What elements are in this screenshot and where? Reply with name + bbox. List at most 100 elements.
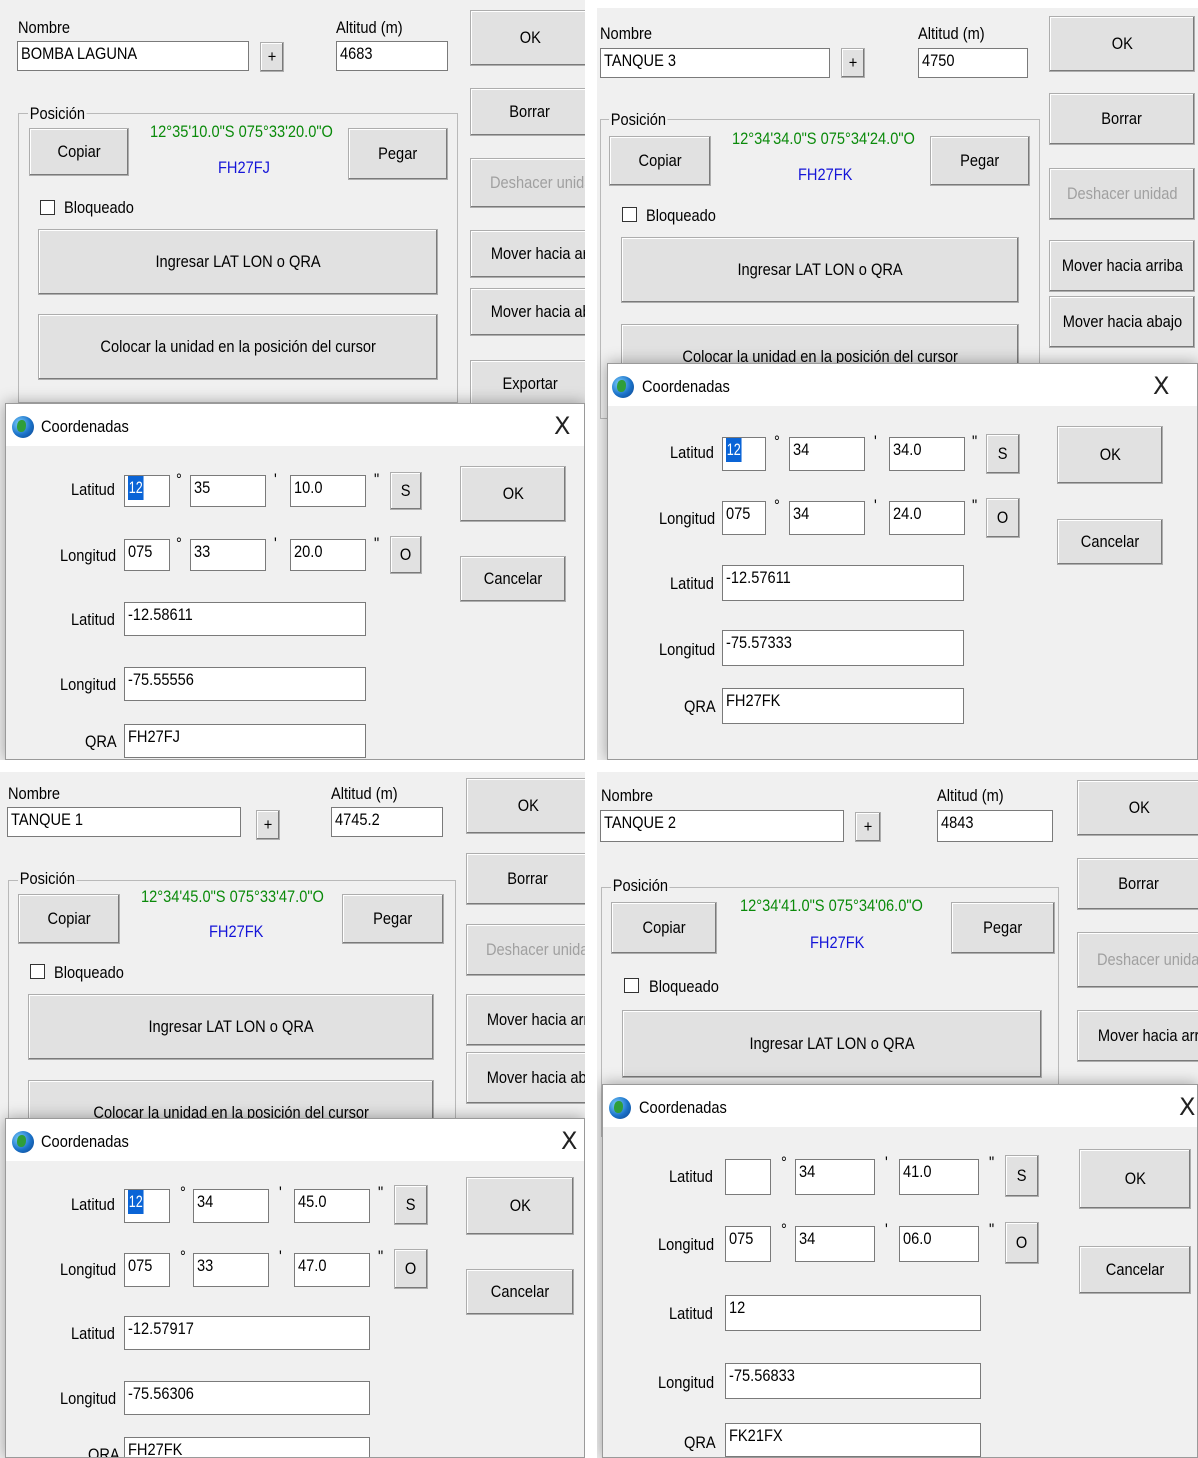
dialog-ok-button[interactable]: OK xyxy=(1057,426,1163,484)
paste-button[interactable]: Pegar xyxy=(342,894,444,944)
qra-field[interactable]: FH27FK xyxy=(722,688,964,724)
lon-minutes-field[interactable]: 33 xyxy=(193,1253,269,1287)
delete-button[interactable]: Borrar xyxy=(1049,93,1195,145)
move-up-button[interactable]: Mover hacia arriba xyxy=(1077,1010,1198,1062)
locked-checkbox[interactable] xyxy=(30,964,45,979)
lat-decimal-field[interactable]: -12.58611 xyxy=(124,602,366,636)
lat-degrees-field[interactable]: 12 xyxy=(124,475,170,507)
enter-lat-lon-qra-button[interactable]: Ingresar LAT LON o QRA xyxy=(622,1010,1042,1078)
locked-checkbox[interactable] xyxy=(40,200,55,215)
lon-seconds-field[interactable]: 24.0 xyxy=(889,501,965,535)
place-at-cursor-button[interactable]: Colocar la unidad en la posición del cur… xyxy=(38,314,438,380)
ok-button[interactable]: OK xyxy=(466,778,585,834)
lon-minutes-field[interactable]: 33 xyxy=(190,539,266,571)
lat-degrees-field[interactable]: 12 xyxy=(124,1189,170,1223)
lat-hemisphere-button[interactable]: S xyxy=(394,1185,428,1225)
ok-button[interactable]: OK xyxy=(1049,16,1195,72)
lat-seconds-field[interactable]: 34.0 xyxy=(889,437,965,471)
lon-seconds-field[interactable]: 20.0 xyxy=(290,539,366,571)
lat-decimal-field[interactable]: -12.57611 xyxy=(722,565,964,601)
lat-seconds-field[interactable]: 45.0 xyxy=(294,1189,370,1223)
lat-hemisphere-button[interactable]: S xyxy=(390,472,422,510)
dialog-ok-button[interactable]: OK xyxy=(460,466,566,522)
copy-button[interactable]: Copiar xyxy=(18,894,120,944)
ok-button[interactable]: OK xyxy=(1077,780,1198,836)
lon-decimal-field[interactable]: -75.56833 xyxy=(725,1363,981,1399)
paste-button[interactable]: Pegar xyxy=(348,128,448,180)
lon-hemisphere-button[interactable]: O xyxy=(986,498,1020,538)
plus-button[interactable]: + xyxy=(260,42,284,72)
move-up-button[interactable]: Mover hacia arriba xyxy=(470,230,585,278)
name-field[interactable]: BOMBA LAGUNA xyxy=(17,41,249,71)
lon-degrees-field[interactable]: 075 xyxy=(124,539,170,571)
enter-lat-lon-qra-button[interactable]: Ingresar LAT LON o QRA xyxy=(28,994,434,1060)
lon-degrees-field[interactable]: 075 xyxy=(722,501,766,535)
dialog-ok-button[interactable]: OK xyxy=(1079,1149,1191,1209)
plus-button[interactable]: + xyxy=(855,812,881,842)
dialog-cancel-button[interactable]: Cancelar xyxy=(466,1269,574,1315)
lat-degrees-field[interactable]: 12 xyxy=(722,437,766,471)
enter-lat-lon-qra-button[interactable]: Ingresar LAT LON o QRA xyxy=(621,237,1019,303)
lat-hemisphere-button[interactable]: S xyxy=(1005,1155,1039,1197)
copy-button[interactable]: Copiar xyxy=(611,902,717,954)
lat-minutes-field[interactable]: 34 xyxy=(193,1189,269,1223)
lat-seconds-field[interactable]: 41.0 xyxy=(899,1159,979,1195)
delete-button[interactable]: Borrar xyxy=(1077,858,1198,910)
altitude-field[interactable]: 4843 xyxy=(937,810,1053,842)
move-up-button[interactable]: Mover hacia arriba xyxy=(1049,240,1195,292)
name-field[interactable]: TANQUE 3 xyxy=(600,48,830,78)
locked-checkbox[interactable] xyxy=(624,978,639,993)
lon-seconds-field[interactable]: 47.0 xyxy=(294,1253,370,1287)
lat-minutes-field[interactable]: 34 xyxy=(795,1159,875,1195)
delete-button[interactable]: Borrar xyxy=(466,853,585,905)
lon-decimal-field[interactable]: -75.55556 xyxy=(124,667,366,701)
lon-hemisphere-button[interactable]: O xyxy=(1005,1222,1039,1264)
delete-button[interactable]: Borrar xyxy=(470,88,585,136)
close-icon[interactable]: X xyxy=(561,1127,577,1155)
move-down-button[interactable]: Mover hacia abajo xyxy=(1049,296,1195,348)
lon-seconds-field[interactable]: 06.0 xyxy=(899,1226,979,1262)
lon-hemisphere-button[interactable]: O xyxy=(390,536,422,574)
lat-decimal-field[interactable]: -12.57917 xyxy=(124,1316,370,1350)
altitude-field[interactable]: 4750 xyxy=(918,48,1028,78)
name-field[interactable]: TANQUE 1 xyxy=(7,807,241,837)
lon-hemisphere-button[interactable]: O xyxy=(394,1249,428,1289)
lat-hemisphere-button[interactable]: S xyxy=(986,434,1020,474)
dialog-cancel-button[interactable]: Cancelar xyxy=(460,556,566,602)
locked-checkbox[interactable] xyxy=(622,207,637,222)
paste-button[interactable]: Pegar xyxy=(930,136,1030,186)
enter-lat-lon-qra-button[interactable]: Ingresar LAT LON o QRA xyxy=(38,229,438,295)
qra-field[interactable]: FH27FJ xyxy=(124,724,366,758)
move-up-button[interactable]: Mover hacia arriba xyxy=(466,994,585,1046)
close-icon[interactable]: X xyxy=(554,412,570,440)
move-down-button[interactable]: Mover hacia abajo xyxy=(470,288,585,336)
lat-minutes-field[interactable]: 34 xyxy=(789,437,865,471)
plus-button[interactable]: + xyxy=(256,810,280,840)
name-field[interactable]: TANQUE 2 xyxy=(600,810,844,842)
move-down-button[interactable]: Mover hacia abajo xyxy=(466,1052,585,1104)
plus-button[interactable]: + xyxy=(841,48,865,78)
copy-button[interactable]: Copiar xyxy=(609,136,711,186)
dialog-cancel-button[interactable]: Cancelar xyxy=(1079,1246,1191,1294)
lat-degrees-field[interactable] xyxy=(725,1159,771,1195)
qra-field[interactable]: FH27FK xyxy=(124,1437,370,1457)
lon-minutes-field[interactable]: 34 xyxy=(795,1226,875,1262)
paste-button[interactable]: Pegar xyxy=(951,902,1055,954)
close-icon[interactable]: X xyxy=(1179,1093,1195,1121)
dialog-cancel-button[interactable]: Cancelar xyxy=(1057,519,1163,565)
lat-decimal-field[interactable]: 12 xyxy=(725,1295,981,1331)
lon-decimal-field[interactable]: -75.56306 xyxy=(124,1381,370,1415)
lon-decimal-field[interactable]: -75.57333 xyxy=(722,630,964,666)
lon-degrees-field[interactable]: 075 xyxy=(124,1253,170,1287)
dialog-ok-button[interactable]: OK xyxy=(466,1177,574,1235)
export-button[interactable]: Exportar xyxy=(470,360,585,408)
copy-button[interactable]: Copiar xyxy=(29,128,129,176)
altitude-field[interactable]: 4683 xyxy=(336,41,448,71)
lon-degrees-field[interactable]: 075 xyxy=(725,1226,771,1262)
qra-field[interactable]: FK21FX xyxy=(725,1423,981,1457)
ok-button[interactable]: OK xyxy=(470,10,585,66)
close-icon[interactable]: X xyxy=(1153,372,1169,400)
lon-minutes-field[interactable]: 34 xyxy=(789,501,865,535)
lat-seconds-field[interactable]: 10.0 xyxy=(290,475,366,507)
altitude-field[interactable]: 4745.2 xyxy=(331,807,443,837)
